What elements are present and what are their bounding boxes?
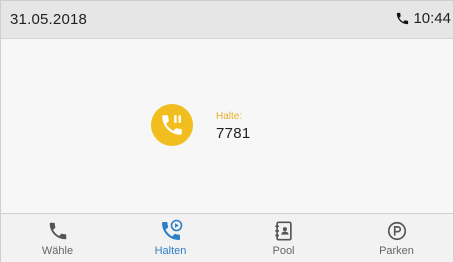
- contacts-book-icon: [274, 221, 292, 241]
- hold-state-label: Halte:: [216, 111, 243, 122]
- nav-item-park[interactable]: Parken: [340, 214, 453, 262]
- status-clock: 10:44: [395, 10, 451, 27]
- status-bar: 31.05.2018 10:44: [1, 1, 453, 39]
- phone-icon: [397, 12, 409, 25]
- held-number: 7781: [216, 125, 251, 142]
- call-hold-indicator: [151, 104, 193, 146]
- status-date: 31.05.2018: [10, 11, 88, 28]
- nav-item-dial[interactable]: Wähle: [1, 214, 114, 262]
- call-panel: Halte: 7781: [1, 39, 453, 213]
- park-icon: [387, 221, 406, 241]
- nav-label: Parken: [379, 245, 414, 257]
- nav-label: Halten: [154, 245, 187, 257]
- status-time: 10:44: [413, 10, 451, 27]
- nav-item-hold[interactable]: Halten: [114, 214, 227, 262]
- nav-label: Wähle: [41, 245, 74, 257]
- call-hold-icon: [162, 115, 182, 135]
- bottom-nav: Wähle Halten Pool Parken: [1, 213, 453, 262]
- nav-item-pool[interactable]: Pool: [227, 214, 340, 262]
- phone-screen: 31.05.2018 10:44 Halte: 7781 Wähle Halte…: [0, 0, 454, 262]
- call-hold-icon: [161, 219, 182, 240]
- nav-label: Pool: [272, 245, 295, 257]
- phone-icon: [49, 222, 66, 240]
